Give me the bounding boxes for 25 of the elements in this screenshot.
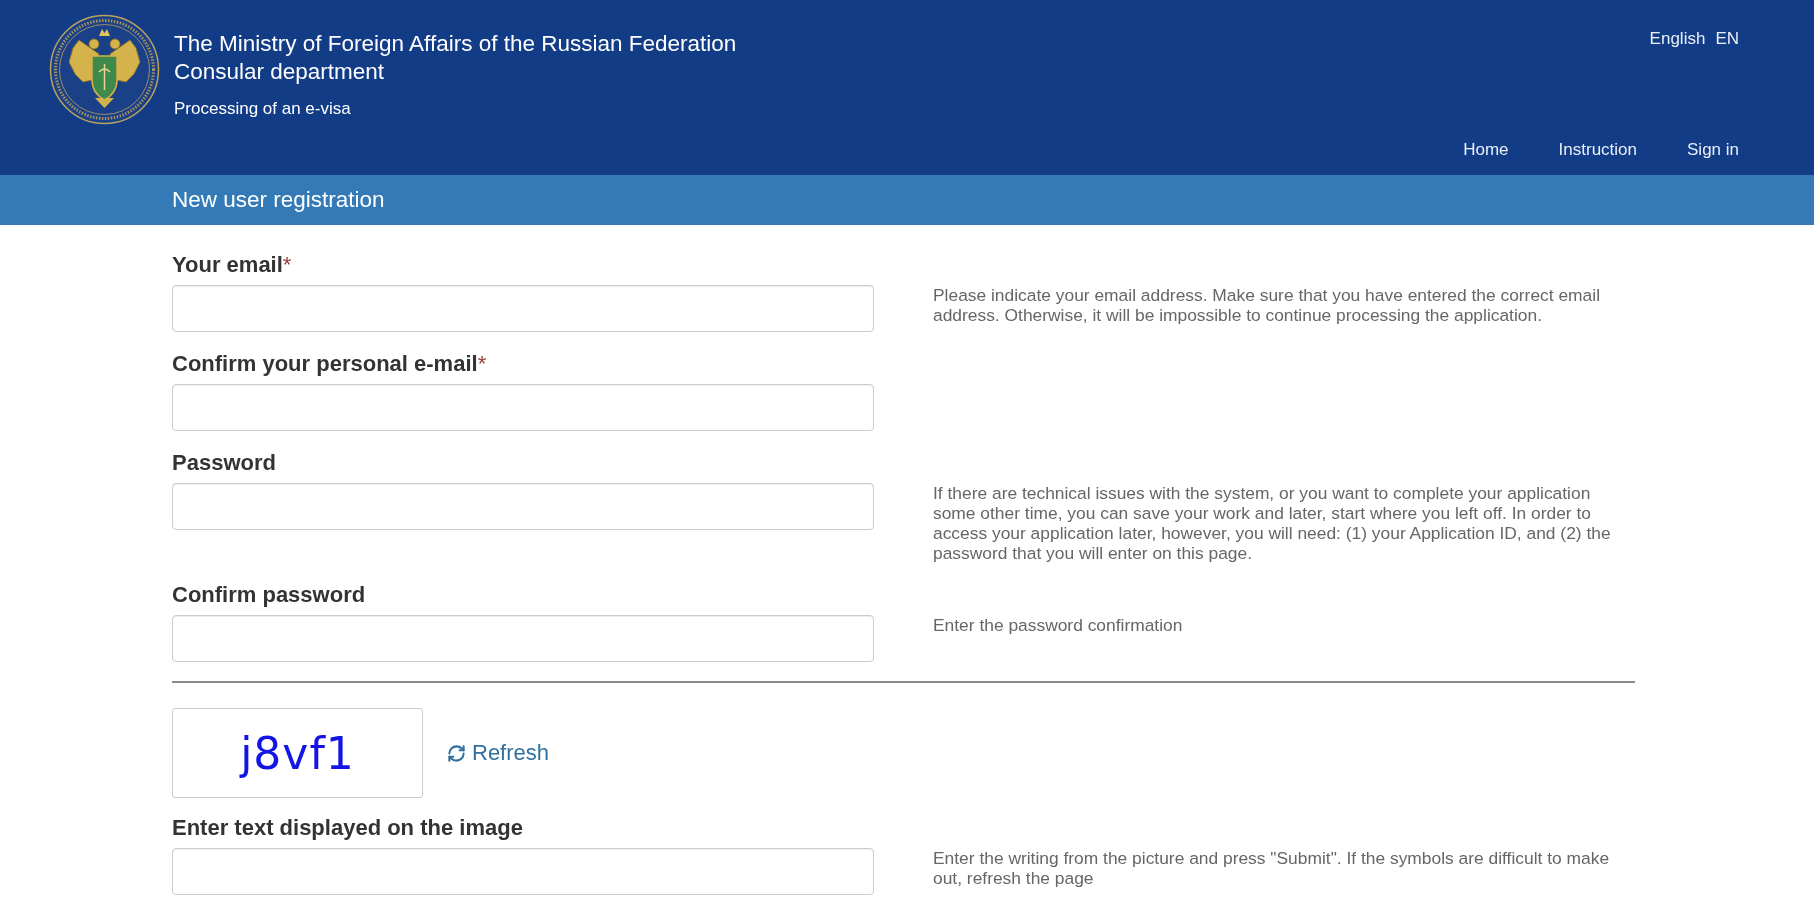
field-label: Your email* — [172, 252, 293, 278]
page-title: New user registration — [172, 187, 385, 213]
help-text: Enter the password confirmation — [933, 615, 1184, 635]
ministry-title: The Ministry of Foreign Affairs of the Russian Federation — [174, 30, 737, 58]
input-field[interactable] — [172, 848, 874, 895]
input-field[interactable] — [172, 483, 874, 530]
help-text: Enter the writing from the picture and press "Submit". If the symbols are difficult to make out, refresh the page — [933, 848, 1611, 888]
captcha-image: j8vf1 — [172, 708, 423, 798]
input-field[interactable] — [172, 285, 874, 332]
nav-link[interactable]: Home — [1463, 139, 1509, 161]
refresh-link[interactable]: Refresh — [447, 740, 550, 766]
refresh-icon — [447, 743, 466, 763]
help-text: If there are technical issues with the system, or you want to complete your application some other time, you can save your work and later, start where you left off. In order to access your application later, however, you will need: (1) your Application ID, and (2) the password that you will enter on this page. — [933, 483, 1612, 563]
field-label: Enter text displayed on the image — [172, 815, 524, 841]
field-label: Confirm your personal e-mail* — [172, 351, 488, 377]
nav-link[interactable]: Sign in — [1687, 139, 1739, 161]
department-title: Consular department — [174, 58, 386, 86]
field-label: Confirm password — [172, 582, 367, 608]
nav-link[interactable]: Instruction — [1558, 139, 1637, 161]
input-field[interactable] — [172, 384, 874, 431]
field-label: Password — [172, 450, 277, 476]
input-field[interactable] — [172, 615, 874, 662]
help-text: Please indicate your email address. Make sure that you have entered the correct email address. Otherwise, it will be impossible to continue processing the application. — [933, 285, 1601, 325]
service-tagline: Processing of an e-visa — [174, 99, 352, 119]
language-selector[interactable]: English EN — [1649, 28, 1739, 50]
